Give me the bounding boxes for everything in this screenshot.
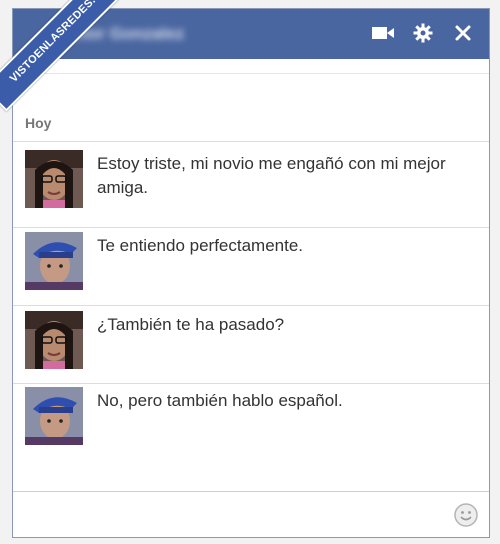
message-composer <box>13 491 489 537</box>
avatar-girl[interactable] <box>25 311 83 369</box>
divider <box>13 227 489 228</box>
divider <box>13 305 489 306</box>
avatar-girl[interactable] <box>25 150 83 208</box>
message-text: ¿También te ha pasado? <box>97 315 285 334</box>
avatar-boy[interactable] <box>25 387 83 445</box>
avatar-boy[interactable] <box>25 232 83 290</box>
message-text: Te entiendo perfectamente. <box>97 236 304 255</box>
gear-icon[interactable] <box>411 21 435 45</box>
chat-window: Victor Gonzalez Hoy Estoy triste, mi nov… <box>12 8 490 538</box>
divider <box>13 141 489 142</box>
message-row: Estoy triste, mi novio me engañó con mi … <box>13 150 489 222</box>
message-input[interactable] <box>23 500 447 532</box>
day-divider-label: Hoy <box>25 115 52 131</box>
message-row: ¿También te ha pasado? <box>13 311 489 383</box>
smiley-icon[interactable] <box>453 502 479 528</box>
video-camera-icon[interactable] <box>371 21 395 45</box>
close-icon[interactable] <box>451 21 475 45</box>
message-row: No, pero también hablo español. <box>13 387 489 459</box>
message-text: No, pero también hablo español. <box>97 391 343 410</box>
chat-subbar <box>13 59 489 74</box>
divider <box>13 383 489 384</box>
titlebar-actions <box>371 21 475 45</box>
message-text: Estoy triste, mi novio me engañó con mi … <box>97 154 446 197</box>
message-row: Te entiendo perfectamente. <box>13 232 489 304</box>
